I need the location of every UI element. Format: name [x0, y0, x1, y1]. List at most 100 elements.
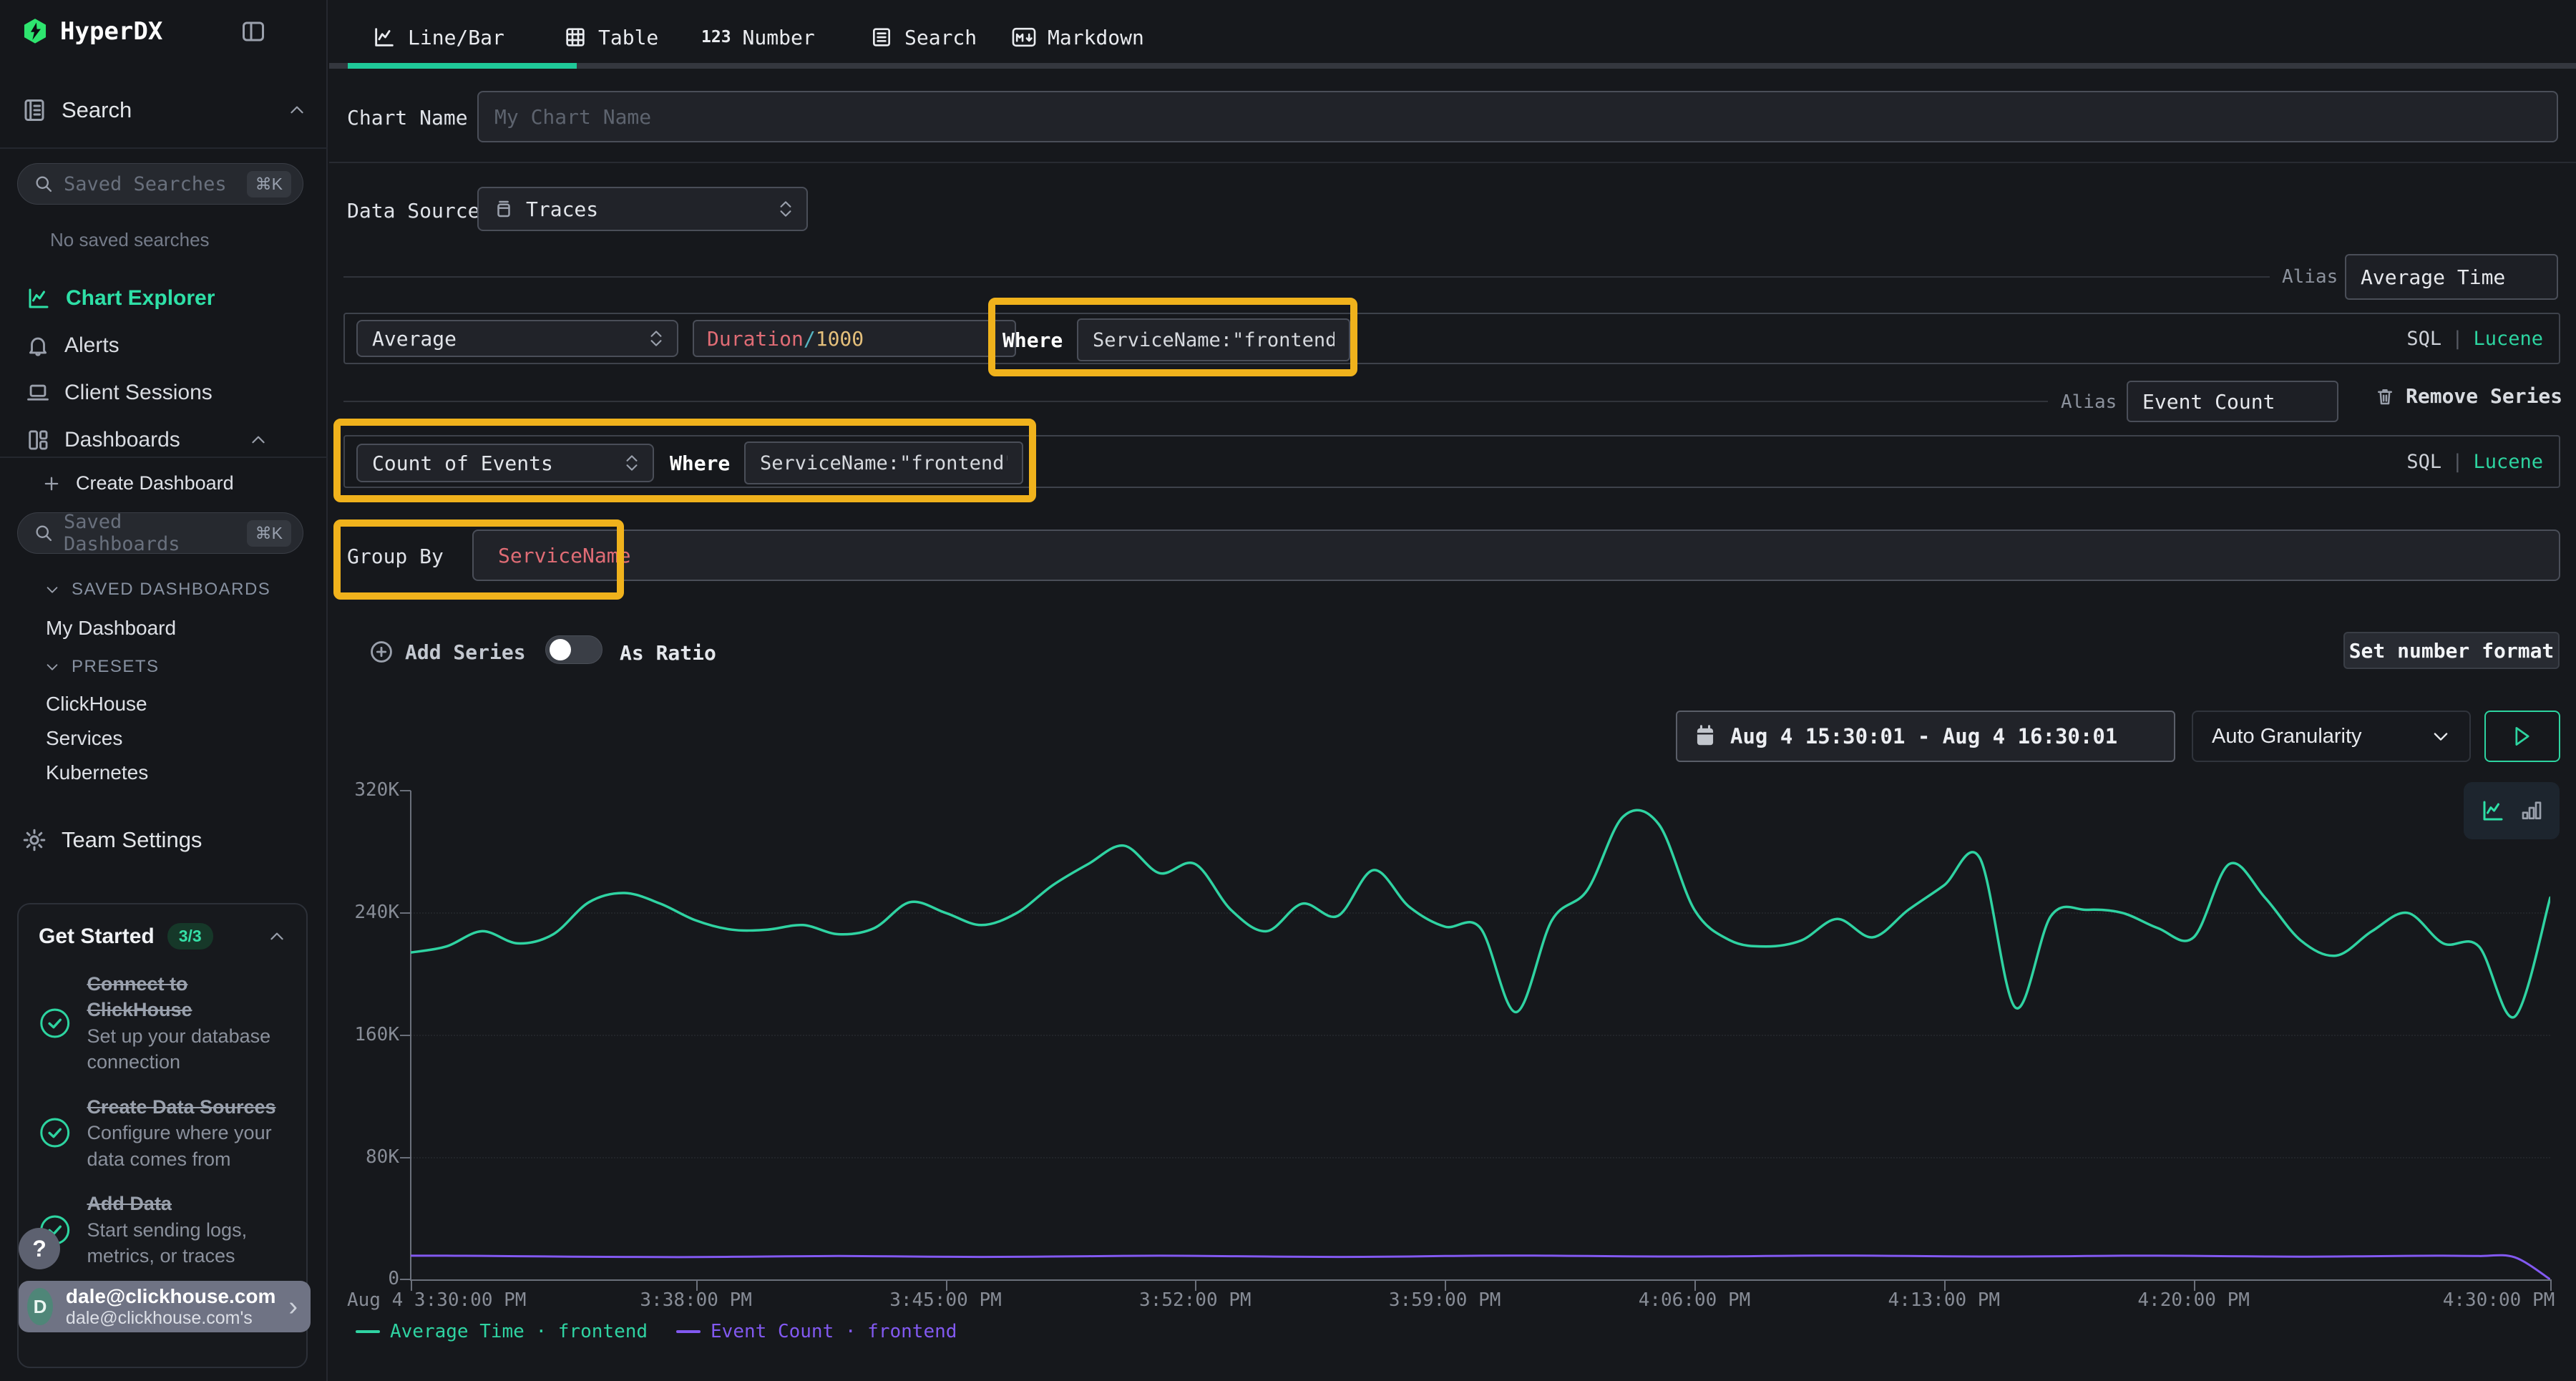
group-by-label: Group By	[347, 545, 444, 568]
sql-toggle-option[interactable]: SQL	[2406, 328, 2441, 350]
series2-where-input[interactable]	[744, 441, 1023, 484]
sql-toggle-option[interactable]: SQL	[2406, 451, 2441, 473]
tab-number[interactable]: 123 Number	[701, 20, 815, 54]
sidebar-item-alerts[interactable]: Alerts	[0, 326, 328, 365]
selector-chevrons-icon	[778, 198, 794, 220]
divider	[329, 162, 2576, 163]
alias-label: Alias	[2061, 391, 2117, 413]
legend-item-event-count[interactable]: Event Count · frontend	[676, 1321, 957, 1342]
chevron-down-icon	[2431, 726, 2451, 746]
field-token-slash: /	[804, 327, 816, 351]
set-number-format-button[interactable]: Set number format	[2343, 632, 2560, 669]
get-started-item-add-data[interactable]: Add Data Start sending logs, metrics, or…	[39, 1191, 286, 1269]
series1-field-input[interactable]: Duration/1000	[693, 320, 1016, 357]
tab-label: Line/Bar	[408, 26, 504, 49]
sidebar-item-clickhouse[interactable]: ClickHouse	[46, 693, 147, 716]
get-started-item-data-sources[interactable]: Create Data Sources Configure where your…	[39, 1094, 286, 1172]
series1-language-toggle: SQL | Lucene	[2406, 314, 2543, 363]
chevron-up-icon[interactable]	[249, 431, 268, 449]
chevron-up-icon[interactable]	[268, 927, 286, 946]
legend-swatch	[356, 1330, 380, 1333]
legend-item-average-time[interactable]: Average Time · frontend	[356, 1321, 648, 1342]
calendar-icon	[1694, 725, 1716, 748]
legend-label: Average Time · frontend	[390, 1321, 648, 1342]
nav-label: Chart Explorer	[66, 286, 215, 311]
chevron-up-icon[interactable]	[288, 101, 306, 119]
sidebar-item-kubernetes[interactable]: Kubernetes	[46, 761, 148, 784]
bar-chart-type-button[interactable]	[2520, 799, 2543, 822]
sidebar-item-services[interactable]: Services	[46, 727, 122, 750]
saved-dashboards-header-label: SAVED DASHBOARDS	[72, 580, 270, 600]
run-query-button[interactable]	[2484, 711, 2560, 762]
user-menu[interactable]: D dale@clickhouse.com dale@clickhouse.co…	[19, 1281, 311, 1332]
series2-aggregation-select[interactable]: Count of Events	[356, 444, 654, 482]
chevron-right-icon: ›	[288, 1292, 298, 1322]
lucene-toggle-option[interactable]: Lucene	[2473, 328, 2543, 350]
series1-where-input[interactable]	[1077, 318, 1350, 361]
presets-header[interactable]: PRESETS	[44, 657, 160, 677]
plot-canvas[interactable]	[411, 791, 2550, 1279]
series-line	[411, 1255, 2550, 1279]
tab-table[interactable]: Table	[564, 20, 658, 54]
tab-line-bar[interactable]: Line/Bar	[372, 20, 504, 54]
presets-header-label: PRESETS	[72, 657, 160, 677]
series2-row: Count of Events Where SQL | Lucene	[343, 435, 2560, 488]
sidebar-divider	[0, 457, 328, 458]
get-started-item-connect[interactable]: Connect to ClickHouse Set up your databa…	[39, 971, 286, 1075]
create-dashboard-label: Create Dashboard	[76, 472, 234, 494]
y-axis-tick	[400, 1279, 411, 1280]
help-button[interactable]: ?	[19, 1228, 60, 1269]
saved-dashboards-header[interactable]: SAVED DASHBOARDS	[44, 580, 270, 600]
series1-alias-input[interactable]	[2345, 254, 2558, 300]
sidebar-item-chart-explorer[interactable]: Chart Explorer	[0, 279, 328, 318]
selector-chevrons-icon	[648, 328, 664, 349]
sidebar-section-search[interactable]: Search	[21, 97, 306, 123]
y-axis-tick-label: 0	[329, 1268, 399, 1289]
plus-icon	[42, 474, 62, 494]
data-source-select[interactable]: Traces	[477, 187, 808, 231]
time-range-input[interactable]: Aug 4 15:30:01 - Aug 4 16:30:01	[1676, 711, 2175, 762]
series1-aggregation-select[interactable]: Average	[356, 320, 678, 357]
saved-dashboards-placeholder: Saved Dashboards	[64, 511, 237, 555]
nav-label: Dashboards	[64, 428, 180, 452]
x-axis-tick-label: 4:06:00 PM	[1639, 1289, 1751, 1311]
play-icon	[2513, 726, 2532, 747]
search-icon	[34, 523, 54, 543]
tabbar-active-underline	[348, 63, 577, 69]
tab-label: Table	[598, 26, 658, 49]
x-axis-tick-label: Aug 4 3:30:00 PM	[347, 1289, 526, 1311]
sidebar-item-client-sessions[interactable]: Client Sessions	[0, 374, 328, 412]
saved-dashboards-input[interactable]: Saved Dashboards ⌘K	[17, 512, 303, 554]
group-by-value: ServiceName	[498, 544, 630, 567]
add-series-button[interactable]: Add Series	[369, 640, 526, 664]
data-source-label: Data Source	[347, 199, 479, 223]
series2-alias-input[interactable]	[2127, 381, 2338, 422]
y-axis-tick	[400, 912, 411, 914]
search-section-label: Search	[62, 97, 132, 123]
saved-searches-input[interactable]: Saved Searches ⌘K	[17, 163, 303, 205]
no-saved-searches-text: No saved searches	[50, 229, 210, 251]
journal-icon	[21, 97, 47, 123]
remove-series-button[interactable]: Remove Series	[2374, 384, 2562, 408]
lucene-toggle-option[interactable]: Lucene	[2473, 451, 2543, 473]
as-ratio-toggle[interactable]	[545, 635, 602, 664]
granularity-select[interactable]: Auto Granularity	[2192, 711, 2471, 762]
chart-name-input[interactable]	[477, 91, 2558, 142]
sidebar-item-dashboards[interactable]: Dashboards	[0, 421, 328, 459]
list-document-icon	[870, 26, 893, 49]
tabbar-underline-track	[329, 63, 2576, 69]
team-settings-label: Team Settings	[62, 827, 202, 853]
divider	[343, 276, 2270, 278]
sidebar-item-my-dashboard[interactable]: My Dashboard	[46, 617, 176, 640]
create-dashboard-button[interactable]: Create Dashboard	[42, 472, 234, 494]
app-logo[interactable]: HyperDX	[21, 17, 162, 46]
collapse-sidebar-button[interactable]	[240, 19, 266, 44]
tab-markdown[interactable]: Markdown	[1012, 20, 1144, 54]
circle-plus-icon	[369, 640, 394, 664]
line-chart-type-button[interactable]	[2480, 798, 2506, 824]
get-started-item-desc: Set up your database connection	[87, 1023, 286, 1075]
markdown-icon	[1012, 26, 1036, 48]
sidebar-item-team-settings[interactable]: Team Settings	[21, 827, 202, 853]
group-by-input[interactable]: ServiceName	[472, 530, 2560, 581]
tab-search[interactable]: Search	[870, 20, 977, 54]
